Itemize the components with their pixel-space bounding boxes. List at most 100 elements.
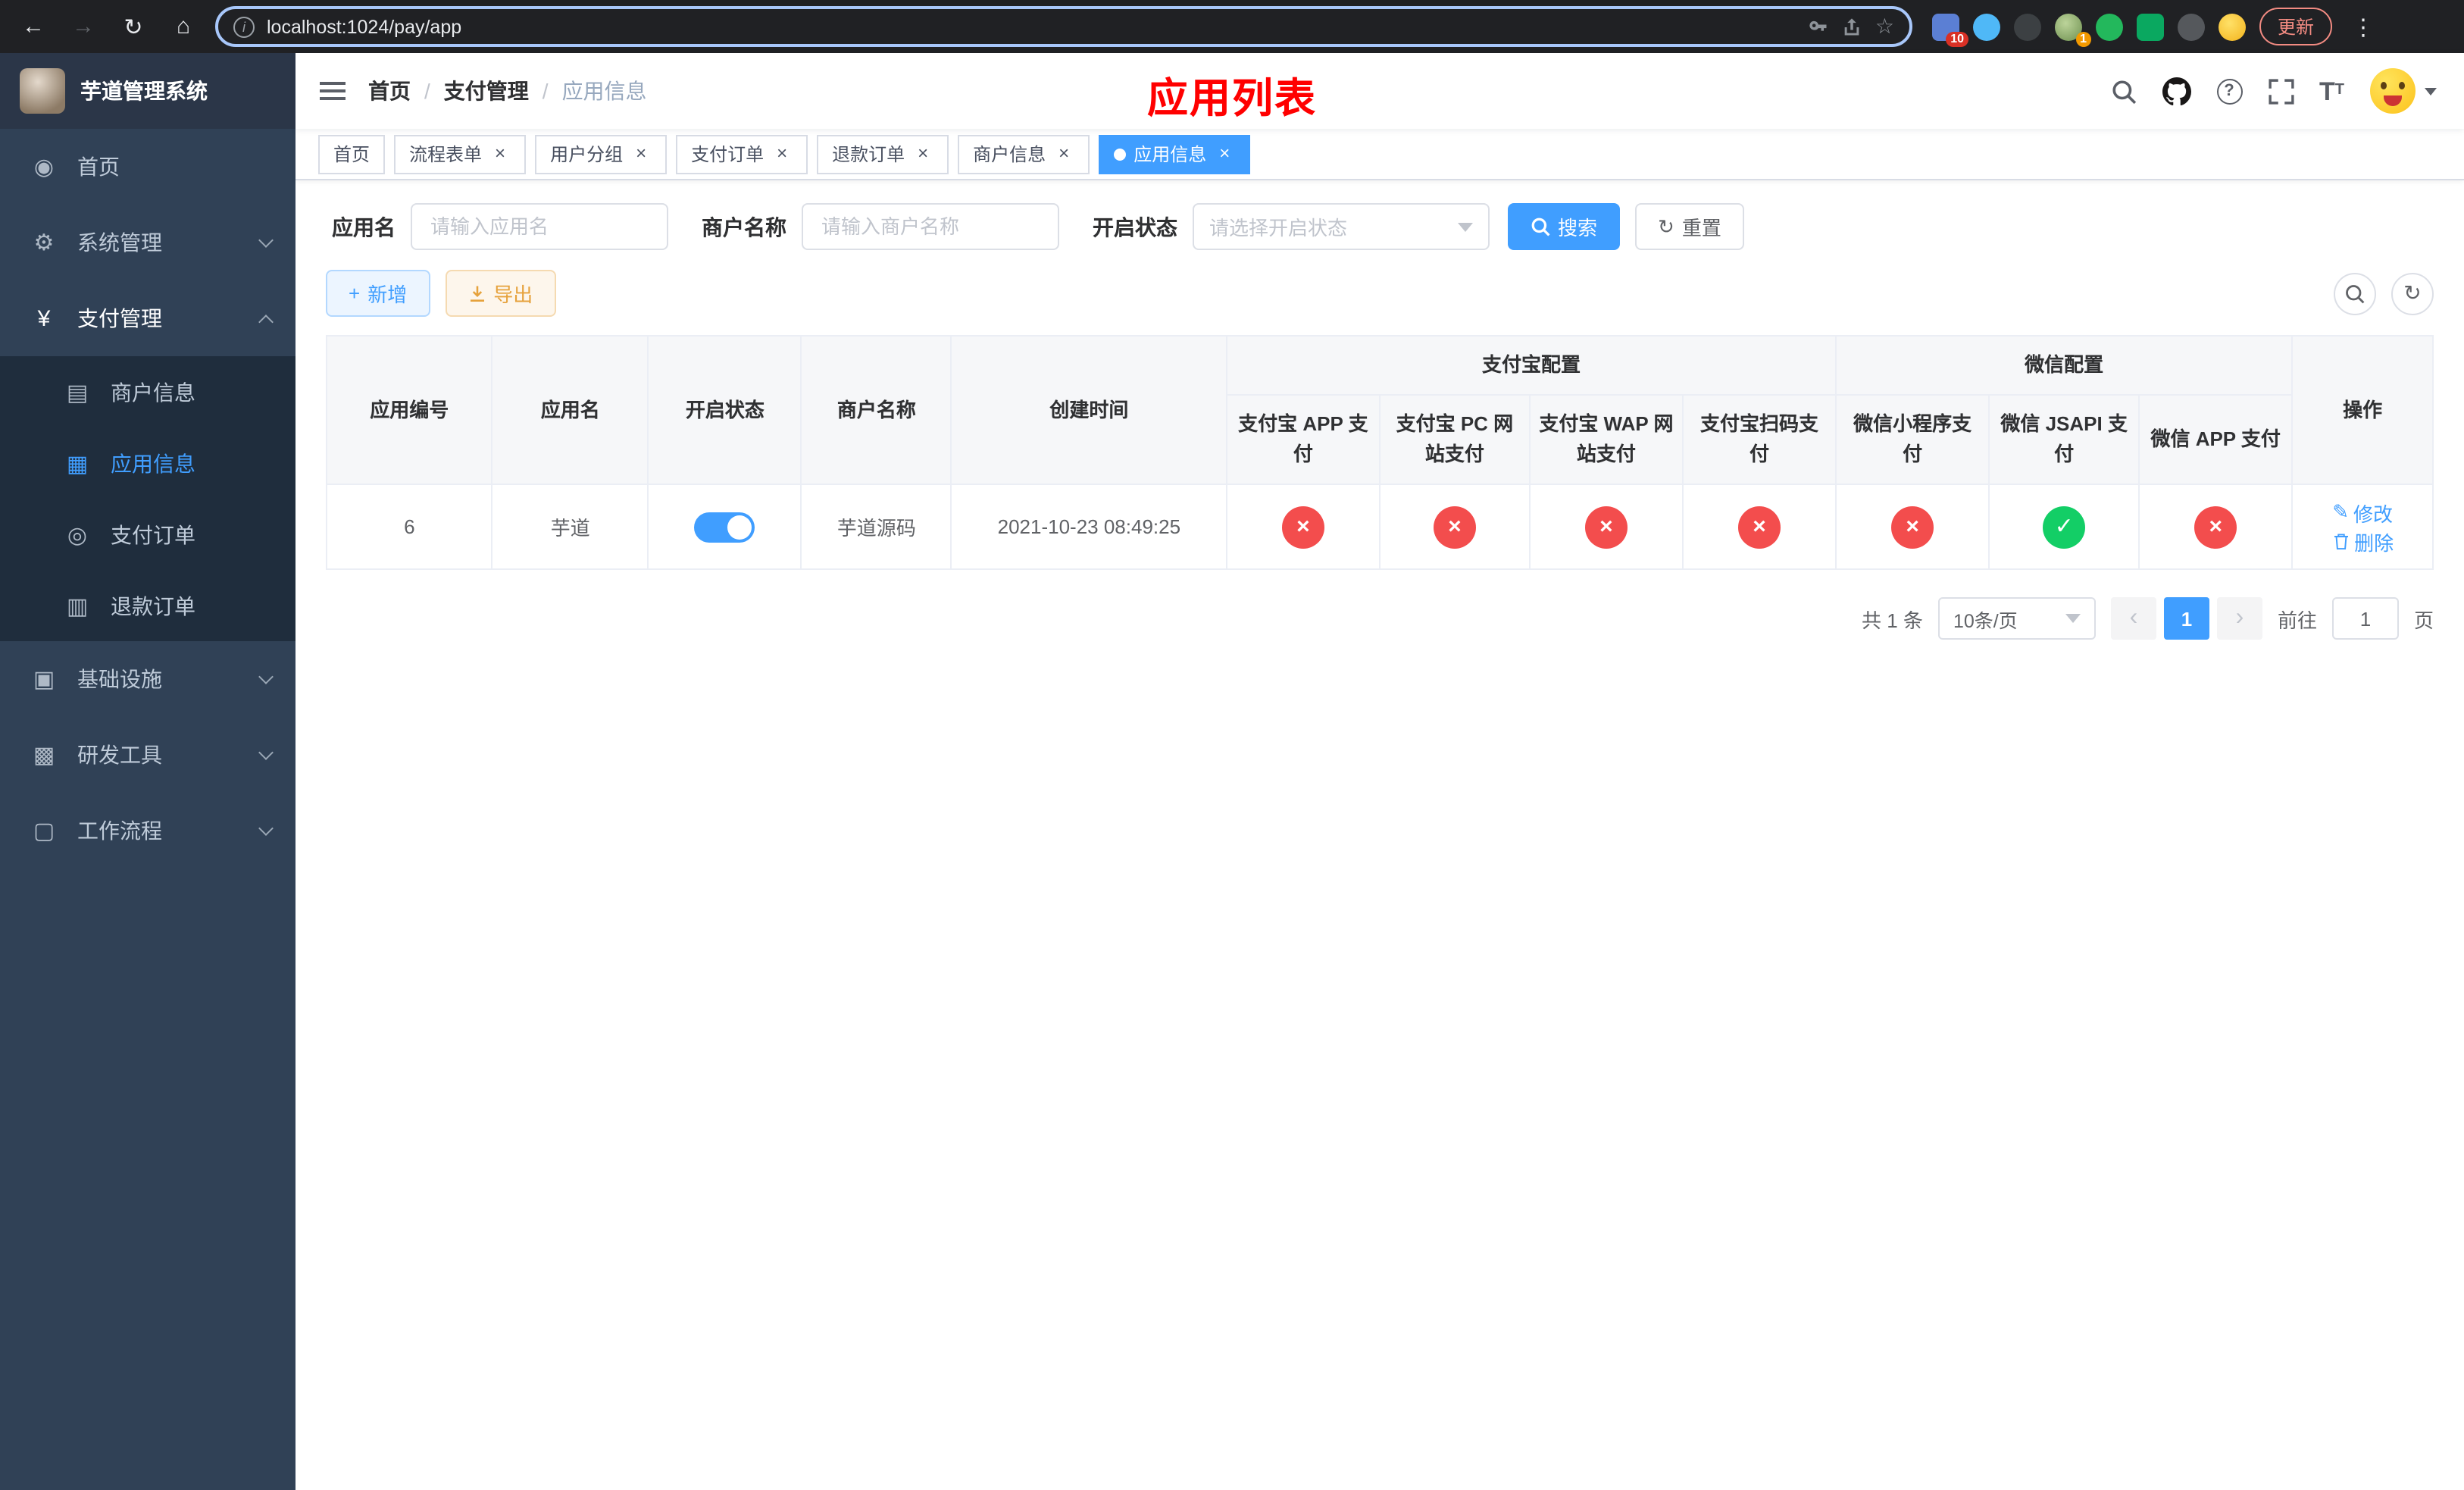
app-name-label: 应用名: [332, 214, 396, 239]
dashboard-icon: ◉: [33, 155, 55, 180]
add-button[interactable]: + 新增: [326, 270, 430, 317]
font-size-icon[interactable]: TT: [2319, 78, 2344, 104]
home-icon[interactable]: ⌂: [165, 8, 202, 45]
active-dot-icon: [1114, 148, 1127, 160]
tab-pay-order[interactable]: 支付订单 ×: [676, 134, 808, 174]
page-1-button[interactable]: 1: [2163, 597, 2209, 640]
goto-page-input[interactable]: [2331, 597, 2399, 640]
browser-menu-icon[interactable]: ⋮: [2346, 13, 2381, 40]
hamburger-icon[interactable]: [295, 53, 368, 129]
sidebar-item-system[interactable]: ⚙ 系统管理: [0, 205, 295, 280]
close-icon[interactable]: ×: [771, 142, 793, 164]
chevron-down-icon: [258, 821, 274, 836]
url-bar[interactable]: i localhost:1024/pay/app ☆: [215, 6, 1912, 47]
navbar-actions: ? TT: [2110, 68, 2437, 114]
chevron-down-icon: [1458, 222, 1473, 231]
sidebar-item-workflow[interactable]: ▢ 工作流程: [0, 793, 295, 869]
key-icon[interactable]: [1809, 16, 1830, 37]
edit-icon: ✎: [2332, 500, 2350, 524]
breadcrumb: 首页 / 支付管理 / 应用信息: [368, 76, 647, 106]
gear-icon: ⚙: [33, 230, 55, 256]
sidebar-item-pay-order[interactable]: ◎ 支付订单: [0, 499, 295, 570]
app-shell: 芋道管理系统 ◉ 首页 ⚙ 系统管理 ¥ 支付管理 ▤ 商户信息 ▦ 应用信息 …: [0, 53, 2464, 1490]
tab-home[interactable]: 首页: [318, 134, 386, 174]
extension-icon-wechat[interactable]: [2096, 13, 2123, 40]
delete-link[interactable]: 删除: [2331, 527, 2394, 556]
fullscreen-icon[interactable]: [2268, 78, 2294, 104]
toggle-search-button[interactable]: [2334, 272, 2376, 315]
extension-icon-dark[interactable]: [2014, 13, 2041, 40]
refresh-icon: ↻: [1658, 214, 1674, 237]
close-icon[interactable]: ×: [630, 142, 652, 164]
status-toggle[interactable]: [694, 512, 755, 543]
close-icon[interactable]: ×: [489, 142, 511, 164]
export-button[interactable]: 导出: [445, 270, 556, 317]
bookmark-star-icon[interactable]: ☆: [1875, 14, 1894, 39]
breadcrumb-home[interactable]: 首页: [368, 76, 411, 106]
created-cell: 2021-10-23 08:49:25: [950, 484, 1227, 571]
yen-icon: ¥: [37, 305, 51, 331]
back-icon[interactable]: ←: [15, 8, 52, 45]
close-icon[interactable]: ×: [912, 142, 933, 164]
user-avatar[interactable]: [2370, 68, 2437, 114]
order-icon: ◎: [67, 522, 88, 548]
tab-merchant-info[interactable]: 商户信息 ×: [958, 134, 1090, 174]
sidebar-item-home[interactable]: ◉ 首页: [0, 129, 295, 205]
table-toolbar: + 新增 导出 ↻: [326, 270, 2434, 317]
refresh-table-button[interactable]: ↻: [2391, 272, 2434, 315]
chevron-down-icon: [258, 745, 274, 760]
forward-icon[interactable]: →: [65, 8, 102, 45]
wx-app-status-icon: ×: [2194, 506, 2237, 549]
share-icon[interactable]: [1842, 16, 1863, 37]
alipay-pc-status-icon: ×: [1433, 506, 1476, 549]
chevron-down-icon: [258, 233, 274, 248]
col-wx-mini: 微信小程序支付: [1835, 394, 1990, 486]
search-icon[interactable]: [2110, 78, 2136, 104]
help-icon[interactable]: ?: [2216, 78, 2242, 104]
tab-app-info[interactable]: 应用信息 ×: [1099, 134, 1251, 174]
tab-process-form[interactable]: 流程表单 ×: [394, 134, 527, 174]
github-icon[interactable]: [2162, 77, 2190, 105]
extension-icon-drop[interactable]: [1973, 13, 2000, 40]
app-name-input[interactable]: [411, 203, 668, 250]
extension-icon-chat[interactable]: [2137, 13, 2164, 40]
info-icon: i: [233, 16, 255, 37]
merchant-icon: ▤: [66, 380, 89, 405]
chrome-update-button[interactable]: 更新: [2259, 8, 2333, 45]
page-size-select[interactable]: 10条/页: [1937, 597, 2096, 640]
reset-button[interactable]: ↻ 重置: [1635, 203, 1744, 250]
sidebar-logo[interactable]: 芋道管理系统: [0, 53, 295, 129]
refresh-icon[interactable]: ↻: [115, 8, 152, 45]
sidebar-item-app-info[interactable]: ▦ 应用信息: [0, 427, 295, 499]
extensions-pin-icon[interactable]: [2178, 13, 2205, 40]
sidebar-item-refund-order[interactable]: ▥ 退款订单: [0, 570, 295, 641]
sidebar-item-dev-tools[interactable]: ▩ 研发工具: [0, 717, 295, 793]
status-select[interactable]: 请选择开启状态: [1193, 203, 1490, 250]
tab-refund-order[interactable]: 退款订单 ×: [817, 134, 949, 174]
profile-avatar-icon[interactable]: [2219, 13, 2246, 40]
col-actions: 操作: [2291, 334, 2434, 486]
col-wx-jsapi: 微信 JSAPI 支付: [1988, 394, 2140, 486]
breadcrumb-current: 应用信息: [561, 79, 647, 103]
sidebar-item-payment[interactable]: ¥ 支付管理: [0, 280, 295, 356]
status-label: 开启状态: [1093, 214, 1177, 239]
close-icon[interactable]: ×: [1214, 142, 1235, 164]
col-created: 创建时间: [950, 334, 1227, 486]
tab-user-group[interactable]: 用户分组 ×: [535, 134, 668, 174]
close-icon[interactable]: ×: [1053, 142, 1074, 164]
extension-icon-grid[interactable]: 10: [1932, 13, 1968, 46]
table-row: 6 芋道 芋道源码 2021-10-23 08:49:25 × × × × × …: [325, 484, 2434, 571]
merchant-name-input[interactable]: [802, 203, 1059, 250]
sidebar-item-infrastructure[interactable]: ▣ 基础设施: [0, 641, 295, 717]
next-page-button[interactable]: ›: [2216, 597, 2262, 640]
app-id-cell: 6: [325, 484, 493, 571]
breadcrumb-payment[interactable]: 支付管理: [444, 76, 529, 106]
edit-link[interactable]: ✎ 修改: [2332, 499, 2393, 527]
extension-icon-avatar[interactable]: 1: [2055, 13, 2091, 46]
payment-submenu: ▤ 商户信息 ▦ 应用信息 ◎ 支付订单 ▥ 退款订单: [0, 356, 295, 641]
prev-page-button[interactable]: ‹: [2110, 597, 2156, 640]
sidebar-item-merchant-info[interactable]: ▤ 商户信息: [0, 356, 295, 427]
search-button[interactable]: 搜索: [1508, 203, 1621, 250]
avatar-caret-icon: [2425, 87, 2437, 95]
download-icon: [470, 285, 484, 301]
